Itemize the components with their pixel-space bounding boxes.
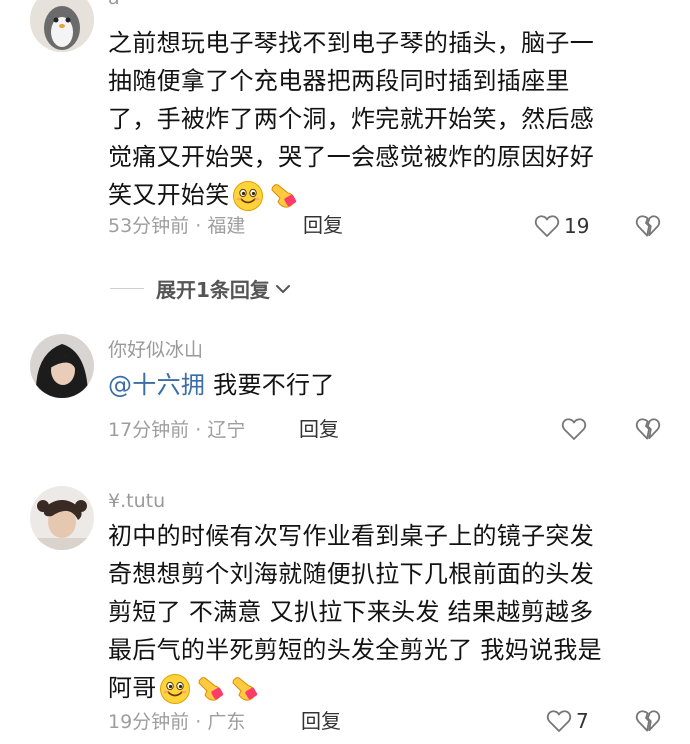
comment-text-line: 之前想玩电子琴找不到电子琴的插头，脑子一 [108,29,594,57]
reply-button[interactable]: 回复 [299,417,339,441]
comment-text-line: 笑又开始笑 [108,181,230,209]
location: 福建 [207,215,246,237]
comment-text-line: 初中的时候有次写作业看到桌子上的镜子突发 [108,522,594,550]
location: 广东 [207,711,246,733]
avatar[interactable] [30,0,94,52]
avatar-image [30,486,94,550]
comment-text-line: 阿哥 [108,674,157,702]
meta-separator: · [195,711,202,733]
grinning-face-emoji [159,673,191,705]
expand-replies-label: 展开1条回复 [156,278,270,302]
avatar-image [30,0,94,52]
username[interactable]: ¥.tutu [108,489,165,513]
heart-icon [545,707,573,735]
reply-button[interactable]: 回复 [303,213,343,237]
timestamp: 19分钟前 [108,711,190,733]
comment-meta: 19分钟前 · 广东 [108,710,245,734]
like-button[interactable]: 7 [545,706,589,736]
like-count: 7 [576,709,589,733]
pointing-hand-emoji [227,673,259,705]
meta-separator: · [195,215,202,237]
broken-heart-icon[interactable] [634,414,662,444]
avatar[interactable] [30,334,94,398]
comment-text-line: 了，手被炸了两个洞，炸完就开始笑，然后感 [108,105,594,133]
location: 辽宁 [207,419,246,441]
comment-text-line: 奇想想剪个刘海就随便扒拉下几根前面的头发 [108,560,594,588]
comment-text-line: 我要不行了 [213,371,335,399]
comment-text-last-line: 笑又开始笑 [108,176,680,214]
like-button[interactable] [560,414,591,444]
divider [110,288,144,289]
comment-text-line: 最后气的半死剪短的头发全剪光了 我妈说我是 [108,636,602,664]
like-button[interactable]: 19 [533,211,589,241]
comment-text-line-wrap: @十六拥 我要不行了 [108,366,680,404]
timestamp: 17分钟前 [108,419,190,441]
comment-meta: 53分钟前 · 福建 [108,214,245,238]
timestamp: 53分钟前 [108,215,190,237]
pointing-hand-emoji [266,180,298,212]
expand-replies-button[interactable]: 展开1条回复 [110,274,292,303]
avatar-image [30,334,94,398]
comment-text-line: 抽随便拿了个充电器把两段同时插到插座里 [108,67,570,95]
broken-heart-icon[interactable] [634,706,662,736]
like-count: 19 [564,214,590,238]
comment-text-last-line: 阿哥 [108,669,680,707]
heart-icon [560,415,588,443]
mention-link[interactable]: @十六拥 [108,371,205,399]
meta-separator: · [195,419,202,441]
comment-meta: 17分钟前 · 辽宁 [108,418,245,442]
username[interactable]: a [108,0,120,10]
grinning-face-emoji [232,180,264,212]
heart-icon [533,212,561,240]
comment-text-line: 觉痛又开始哭，哭了一会感觉被炸的原因好好 [108,143,594,171]
comment-text: @十六拥 我要不行了 [108,366,680,404]
chevron-down-icon [275,284,290,293]
username[interactable]: 你好似冰山 [108,338,203,362]
comment-text: 之前想玩电子琴找不到电子琴的插头，脑子一 抽随便拿了个充电器把两段同时插到插座里… [108,24,680,214]
broken-heart-icon[interactable] [634,211,662,241]
comment-text-line: 剪短了 不满意 又扒拉下来头发 结果越剪越多 [108,598,594,626]
comment-text: 初中的时候有次写作业看到桌子上的镜子突发 奇想想剪个刘海就随便扒拉下几根前面的头… [108,517,680,707]
avatar[interactable] [30,486,94,550]
pointing-hand-emoji [193,673,225,705]
reply-button[interactable]: 回复 [301,709,341,733]
